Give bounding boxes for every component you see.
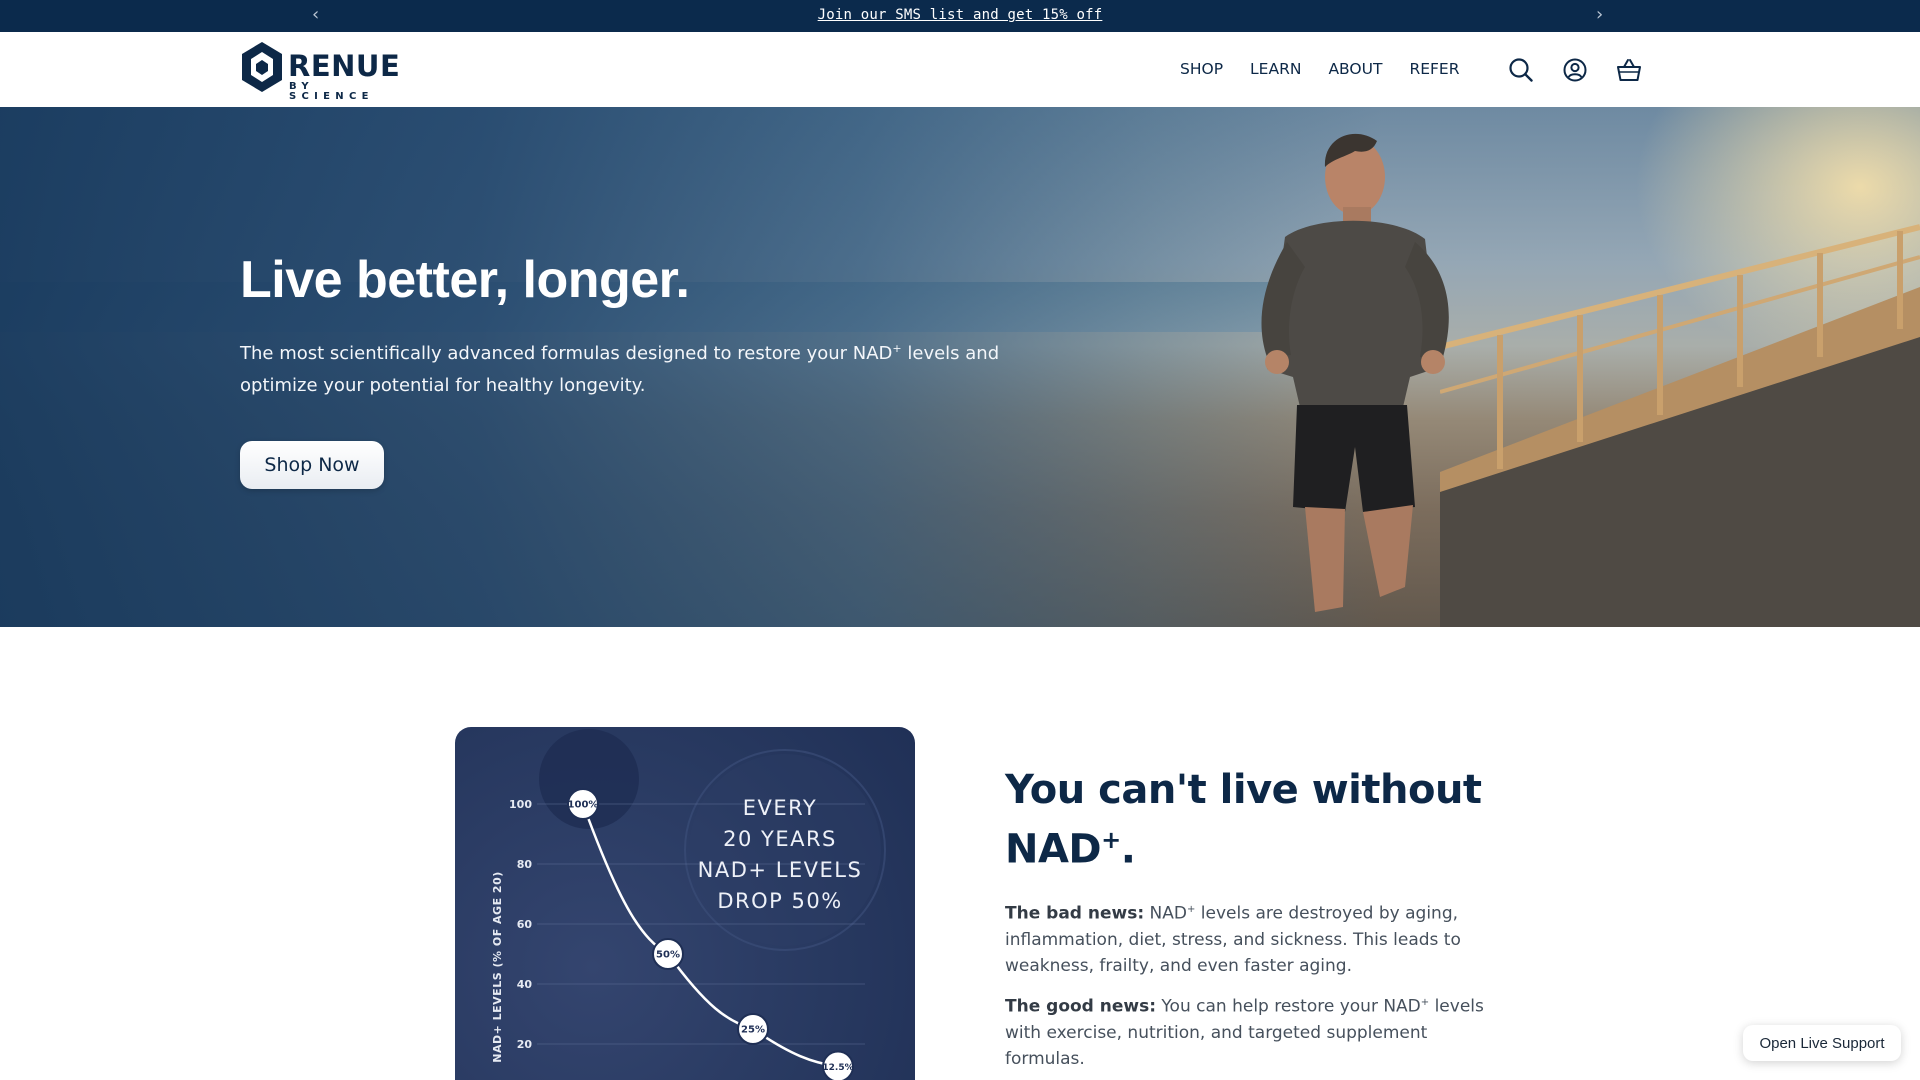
data-point-label: 50% [656,950,680,961]
search-icon[interactable] [1507,56,1535,84]
data-point-label: 12.5% [822,1063,853,1073]
hero-subtitle: The most scientifically advanced formula… [240,342,1000,396]
bad-news-paragraph: The bad news: NAD+ levels are destroyed … [1005,903,1461,976]
nav-learn[interactable]: LEARN [1250,59,1301,79]
chart-headline-line: DROP 50% [717,889,843,913]
chart-headline-line: EVERY [742,796,818,820]
y-tick-label: 100 [509,798,532,811]
brand-name: RENUE [288,49,401,83]
cart-icon[interactable] [1615,56,1643,84]
nav-shop[interactable]: SHOP [1180,59,1223,79]
brand-tagline: BY SCIENCE [289,81,374,102]
y-tick-label: 80 [517,858,533,871]
main-nav: SHOP LEARN ABOUT REFER [1180,59,1486,79]
chart-headline-line: NAD+ LEVELS [697,858,863,882]
good-news-paragraph: The good news: You can help restore your… [1005,996,1484,1069]
announcement-bar: ‹ Join our SMS list and get 15% off › [0,0,1920,32]
y-tick-label: 60 [517,918,533,931]
chart-headline: EVERY 20 YEARS NAD+ LEVELS DROP 50% [695,793,865,917]
chart-headline-line: 20 YEARS [723,827,837,851]
announcement-next-arrow[interactable]: › [1596,4,1603,26]
open-live-support-button[interactable]: Open Live Support [1743,1025,1901,1061]
runner-photo-illustration [1261,133,1449,612]
brand-logo[interactable]: RENUE BY SCIENCE [238,40,401,102]
good-news-label: The good news: [1005,996,1157,1017]
shop-now-button[interactable]: Shop Now [240,441,384,489]
data-point-label: 100% [568,800,599,811]
data-point-label: 25% [741,1025,765,1036]
nav-about[interactable]: ABOUT [1328,59,1382,79]
nad-section-title: You can't live without NAD+. [1005,767,1482,873]
announcement-link[interactable]: Join our SMS list and get 15% off [0,7,1920,23]
hero-title: Live better, longer. [240,251,690,309]
y-tick-label: 20 [517,1038,533,1051]
hero-banner: Live better, longer. The most scientific… [0,107,1920,627]
nav-refer[interactable]: REFER [1409,59,1459,79]
site-header: RENUE BY SCIENCE SHOP LEARN ABOUT REFER [0,32,1920,107]
account-icon[interactable] [1561,56,1589,84]
bad-news-label: The bad news: [1005,903,1145,924]
y-tick-label: 40 [517,978,533,991]
nad-chart-card: 100 80 60 40 20 100% 50% 25% 12.5% NAD+ LEVELS … [455,727,915,1080]
y-axis-label: NAD+ LEVELS (% OF AGE 20) [491,871,504,1063]
hexagon-logo-icon [242,42,282,92]
